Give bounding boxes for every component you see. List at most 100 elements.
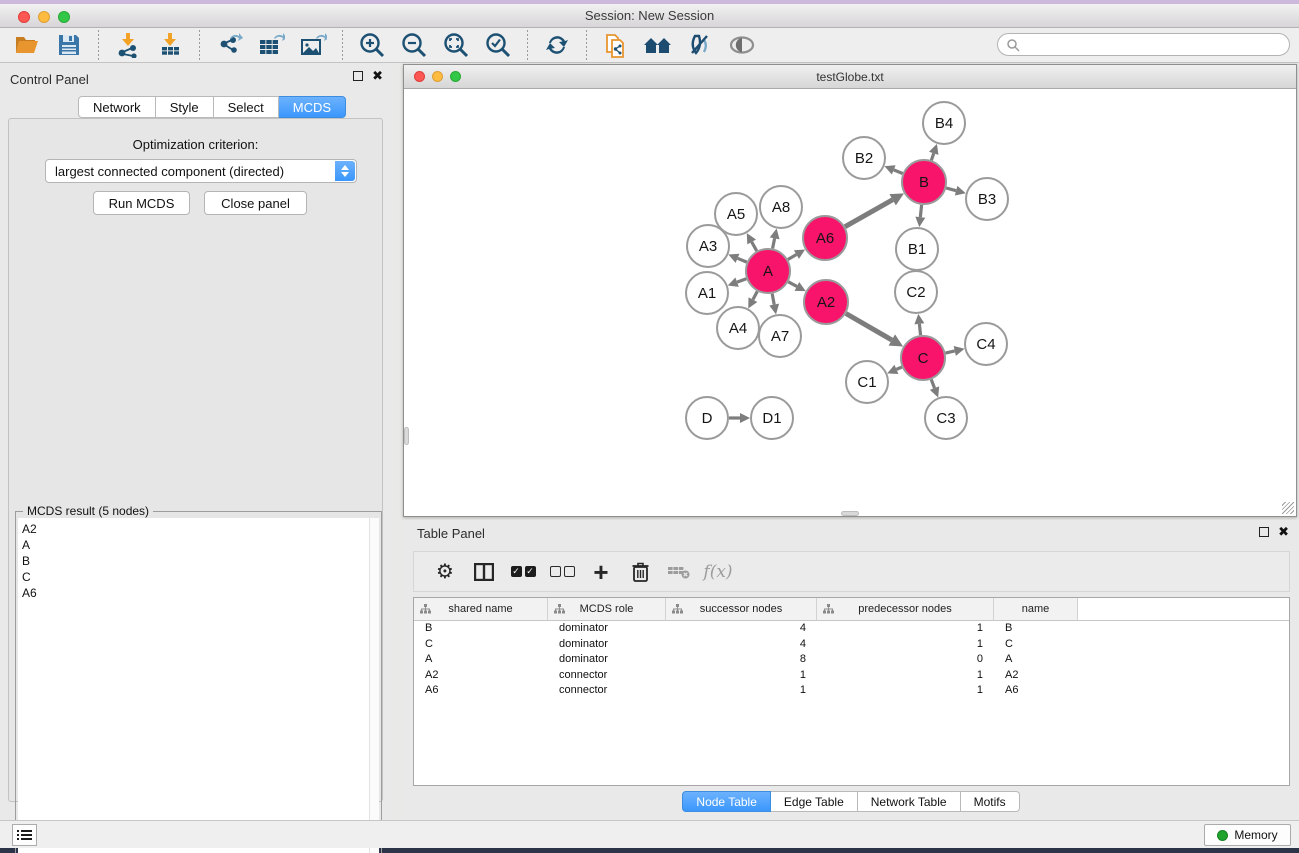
- cell[interactable]: 4: [666, 621, 817, 637]
- edge-C-C2[interactable]: [919, 324, 920, 335]
- edge-A-A1[interactable]: [737, 279, 746, 282]
- edge-B-B1[interactable]: [920, 205, 921, 217]
- vizmapper-icon[interactable]: [685, 30, 715, 60]
- cell[interactable]: 1: [666, 668, 817, 684]
- cell[interactable]: C: [414, 637, 548, 653]
- tab-style[interactable]: Style: [156, 96, 214, 118]
- cell[interactable]: 8: [666, 652, 817, 668]
- delete-table-icon[interactable]: [666, 559, 692, 585]
- cell[interactable]: A2: [994, 668, 1078, 684]
- cell[interactable]: A6: [994, 683, 1078, 699]
- cell[interactable]: 1: [666, 683, 817, 699]
- edge-B-B4[interactable]: [931, 153, 933, 160]
- column-header-shared-name[interactable]: shared name: [414, 598, 548, 621]
- tab-node-table[interactable]: Node Table: [682, 791, 771, 812]
- result-item-c[interactable]: C: [22, 569, 369, 585]
- cell[interactable]: 1: [817, 621, 994, 637]
- cell[interactable]: dominator: [548, 621, 666, 637]
- save-session-icon[interactable]: [54, 30, 84, 60]
- table-row[interactable]: A2connector11A2: [414, 668, 1289, 684]
- cell[interactable]: dominator: [548, 637, 666, 653]
- cell[interactable]: A: [994, 652, 1078, 668]
- select-all-checkboxes-icon[interactable]: ✓✓: [510, 559, 536, 585]
- edge-A-A5[interactable]: [752, 242, 757, 251]
- export-image-icon[interactable]: [298, 30, 328, 60]
- cell[interactable]: 0: [817, 652, 994, 668]
- cell[interactable]: connector: [548, 683, 666, 699]
- home-icon[interactable]: [643, 30, 673, 60]
- tab-motifs[interactable]: Motifs: [961, 791, 1020, 812]
- cell[interactable]: A2: [414, 668, 548, 684]
- optimization-criterion-select[interactable]: largest connected component (directed): [45, 159, 357, 183]
- zoom-in-icon[interactable]: [357, 30, 387, 60]
- zoom-fit-icon[interactable]: [441, 30, 471, 60]
- edge-A-A8[interactable]: [773, 238, 775, 248]
- cell[interactable]: 1: [817, 637, 994, 653]
- table-row[interactable]: Adominator80A: [414, 652, 1289, 668]
- delete-column-trash-icon[interactable]: [627, 559, 653, 585]
- vertical-scrollbar-thumb[interactable]: [404, 427, 409, 445]
- show-hide-eye-icon[interactable]: [727, 30, 757, 60]
- close-panel-icon[interactable]: ✖: [372, 71, 383, 81]
- search-field[interactable]: [997, 33, 1290, 56]
- edge-C-C4[interactable]: [945, 351, 954, 353]
- cell[interactable]: B: [994, 621, 1078, 637]
- cell[interactable]: A: [414, 652, 548, 668]
- table-row[interactable]: A6connector11A6: [414, 683, 1289, 699]
- cell[interactable]: 1: [817, 683, 994, 699]
- column-header-name[interactable]: name: [994, 598, 1078, 621]
- cell[interactable]: connector: [548, 668, 666, 684]
- cell[interactable]: 4: [666, 637, 817, 653]
- table-row[interactable]: Cdominator41C: [414, 637, 1289, 653]
- cell[interactable]: B: [414, 621, 548, 637]
- edge-A-A4[interactable]: [753, 291, 757, 299]
- result-list-scrollbar[interactable]: [369, 518, 379, 853]
- tab-mcds[interactable]: MCDS: [279, 96, 346, 118]
- zoom-out-icon[interactable]: [399, 30, 429, 60]
- import-table-icon[interactable]: [155, 30, 185, 60]
- table-options-gear-icon[interactable]: ⚙: [432, 559, 458, 585]
- tab-edge-table[interactable]: Edge Table: [771, 791, 858, 812]
- float-table-panel-icon[interactable]: [1259, 527, 1269, 537]
- result-item-a[interactable]: A: [22, 537, 369, 553]
- column-header-predecessor-nodes[interactable]: predecessor nodes: [817, 598, 994, 621]
- edge-A6-B[interactable]: [845, 200, 893, 227]
- close-panel-button[interactable]: Close panel: [204, 191, 307, 215]
- cell[interactable]: A6: [414, 683, 548, 699]
- tab-select[interactable]: Select: [214, 96, 279, 118]
- result-item-b[interactable]: B: [22, 553, 369, 569]
- result-item-a2[interactable]: A2: [22, 521, 369, 537]
- refresh-icon[interactable]: [542, 30, 572, 60]
- edge-A-A6[interactable]: [788, 255, 797, 260]
- clone-network-icon[interactable]: [601, 30, 631, 60]
- column-selector-icon[interactable]: [471, 559, 497, 585]
- export-network-icon[interactable]: [214, 30, 244, 60]
- edge-A-A3[interactable]: [738, 258, 747, 262]
- edge-A-A2[interactable]: [788, 282, 797, 287]
- export-table-icon[interactable]: [256, 30, 286, 60]
- run-mcds-button[interactable]: Run MCDS: [93, 191, 190, 215]
- deselect-all-checkboxes-icon[interactable]: [549, 559, 575, 585]
- edge-B-B2[interactable]: [894, 170, 903, 174]
- edge-B-B3[interactable]: [946, 188, 956, 191]
- edge-C-C3[interactable]: [931, 379, 934, 388]
- cell[interactable]: dominator: [548, 652, 666, 668]
- column-header-MCDS-role[interactable]: MCDS role: [548, 598, 666, 621]
- resize-grip-icon[interactable]: [1282, 502, 1294, 514]
- table-row[interactable]: Bdominator41B: [414, 621, 1289, 637]
- zoom-selected-icon[interactable]: [483, 30, 513, 60]
- cell[interactable]: 1: [817, 668, 994, 684]
- close-table-panel-icon[interactable]: ✖: [1278, 527, 1289, 537]
- edge-A2-C[interactable]: [846, 313, 892, 340]
- add-column-icon[interactable]: +: [588, 559, 614, 585]
- task-history-button[interactable]: [12, 824, 37, 846]
- float-panel-icon[interactable]: [353, 71, 363, 81]
- import-network-icon[interactable]: [113, 30, 143, 60]
- cell[interactable]: C: [994, 637, 1078, 653]
- memory-button[interactable]: Memory: [1204, 824, 1291, 846]
- tab-network-table[interactable]: Network Table: [858, 791, 961, 812]
- search-input[interactable]: [1020, 38, 1289, 52]
- column-header-successor-nodes[interactable]: successor nodes: [666, 598, 817, 621]
- horizontal-scrollbar-thumb[interactable]: [841, 511, 859, 516]
- result-item-a6[interactable]: A6: [22, 585, 369, 601]
